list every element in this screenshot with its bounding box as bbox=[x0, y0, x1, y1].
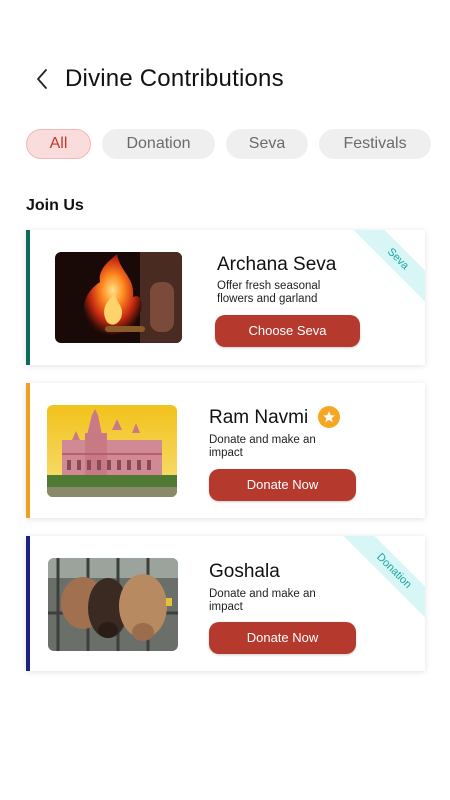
tab-donation[interactable]: Donation bbox=[102, 129, 215, 159]
card-goshala[interactable]: Goshala Donate and make an impact Donate… bbox=[26, 536, 425, 671]
tab-all[interactable]: All bbox=[26, 129, 91, 159]
temple-image bbox=[47, 405, 177, 497]
app-header: Divine Contributions bbox=[0, 0, 450, 120]
card-description: Donate and make an impact bbox=[209, 434, 316, 459]
category-ribbon: Seva bbox=[335, 230, 425, 320]
card-title: Ram Navmi bbox=[209, 407, 309, 428]
donate-now-button[interactable]: Donate Now bbox=[209, 622, 356, 654]
category-ribbon: Donation bbox=[335, 536, 425, 626]
featured-badge bbox=[318, 406, 340, 428]
card-accent-bar bbox=[26, 383, 30, 518]
page-title: Divine Contributions bbox=[65, 65, 284, 92]
chevron-left-icon bbox=[37, 69, 47, 89]
cows-image bbox=[48, 558, 178, 651]
card-accent-bar bbox=[26, 230, 30, 365]
card-accent-bar bbox=[26, 536, 30, 671]
card-title: Goshala bbox=[209, 561, 280, 582]
card-title: Archana Seva bbox=[217, 254, 337, 275]
ribbon-label: Seva bbox=[344, 230, 425, 313]
ribbon-label: Donation bbox=[335, 536, 425, 626]
card-ram-navmi[interactable]: Ram Navmi Donate and make an impact Dona… bbox=[26, 383, 425, 518]
star-icon bbox=[323, 411, 335, 423]
card-archana-seva[interactable]: Archana Seva Offer fresh seasonal flower… bbox=[26, 230, 425, 365]
fire-aarti-image bbox=[55, 252, 182, 343]
section-title: Join Us bbox=[26, 197, 84, 214]
back-button[interactable] bbox=[30, 64, 56, 94]
card-description: Donate and make an impact bbox=[209, 588, 316, 613]
tab-seva[interactable]: Seva bbox=[226, 129, 308, 159]
category-tabs: All Donation Seva Festivals bbox=[26, 129, 431, 159]
donate-now-button[interactable]: Donate Now bbox=[209, 469, 356, 501]
tab-festivals[interactable]: Festivals bbox=[319, 129, 431, 159]
